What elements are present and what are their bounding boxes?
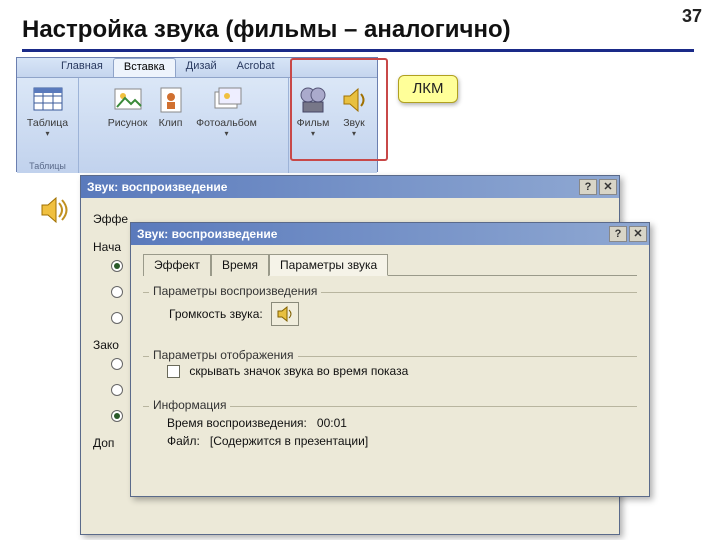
fieldset-playback: Параметры воспроизведения Громкость звук…	[143, 284, 637, 338]
hide-icon-label: скрывать значок звука во время показа	[189, 364, 408, 378]
dialog-tabs: Эффект Время Параметры звука	[143, 253, 637, 276]
group-media: Фильм ▾ Звук ▾	[289, 78, 377, 173]
ribbon-body: Таблица ▾ Таблицы Рисунок Клип Фотоальбо…	[17, 78, 377, 173]
close-button[interactable]: ✕	[599, 179, 617, 195]
tab-sound-params[interactable]: Параметры звука	[269, 254, 388, 276]
help-button[interactable]: ?	[579, 179, 597, 195]
table-icon	[32, 84, 64, 116]
info-file-value: [Содержится в презентации]	[210, 434, 368, 448]
clip-label: Клип	[159, 118, 183, 129]
movie-icon	[297, 84, 329, 116]
office-button[interactable]	[17, 58, 51, 78]
fieldset-display-label: Параметры отображения	[149, 348, 298, 362]
tab-design[interactable]: Дизай	[176, 58, 227, 77]
speaker-small-icon	[276, 306, 294, 322]
info-duration-value: 00:01	[317, 416, 347, 430]
tab-acrobat[interactable]: Acrobat	[227, 58, 285, 77]
clip-icon	[155, 84, 187, 116]
album-icon	[211, 84, 243, 116]
tab-effect[interactable]: Эффект	[143, 254, 211, 276]
chevron-down-icon: ▾	[224, 129, 228, 138]
dialog-sound-front: Звук: воспроизведение ? ✕ Эффект Время П…	[130, 222, 650, 497]
hide-icon-checkbox[interactable]	[167, 365, 180, 378]
callout-lkm: ЛКМ	[398, 75, 458, 103]
info-duration-label: Время воспроизведения:	[167, 416, 307, 430]
sound-icon	[338, 84, 370, 116]
picture-label: Рисунок	[108, 118, 148, 129]
fieldset-display: Параметры отображения скрывать значок зв…	[143, 348, 637, 388]
table-label: Таблица	[27, 118, 68, 129]
fieldset-playback-label: Параметры воспроизведения	[149, 284, 321, 298]
speaker-icon	[38, 195, 72, 225]
chevron-down-icon: ▾	[352, 129, 356, 138]
volume-label: Громкость звука:	[169, 307, 263, 321]
sound-label: Звук	[343, 118, 365, 129]
album-label: Фотоальбом	[196, 118, 257, 129]
volume-button[interactable]	[271, 302, 299, 326]
movie-button[interactable]: Фильм ▾	[292, 82, 334, 156]
album-button[interactable]: Фотоальбом ▾	[191, 82, 263, 156]
help-button[interactable]: ?	[609, 226, 627, 242]
page-number: 37	[682, 6, 702, 27]
chevron-down-icon: ▾	[311, 129, 315, 138]
close-button[interactable]: ✕	[629, 226, 647, 242]
dialog-front-title: Звук: воспроизведение	[137, 227, 277, 241]
tab-time[interactable]: Время	[211, 254, 269, 276]
title-divider	[22, 49, 694, 52]
fieldset-info-label: Информация	[149, 398, 230, 412]
titlebar-front[interactable]: Звук: воспроизведение ? ✕	[131, 223, 649, 245]
tab-home[interactable]: Главная	[51, 58, 113, 77]
group-images: Рисунок Клип Фотоальбом ▾	[79, 78, 289, 173]
group-images-label	[182, 161, 185, 171]
group-media-label	[332, 161, 335, 171]
clip-button[interactable]: Клип	[151, 82, 191, 156]
ribbon-tabs: Главная Вставка Дизай Acrobat	[17, 58, 377, 78]
dialog-back-title: Звук: воспроизведение	[87, 180, 227, 194]
tab-insert[interactable]: Вставка	[113, 58, 176, 77]
page-title: Настройка звука (фильмы – аналогично)	[22, 16, 511, 44]
table-button[interactable]: Таблица ▾	[20, 82, 76, 156]
info-file-label: Файл:	[167, 434, 200, 448]
group-tables-label: Таблицы	[29, 161, 66, 171]
titlebar-back[interactable]: Звук: воспроизведение ? ✕	[81, 176, 619, 198]
picture-icon	[112, 84, 144, 116]
group-tables: Таблица ▾ Таблицы	[17, 78, 79, 173]
dialog-front-body: Эффект Время Параметры звука Параметры в…	[131, 245, 649, 478]
picture-button[interactable]: Рисунок	[105, 82, 151, 156]
ribbon: Главная Вставка Дизай Acrobat Таблица ▾ …	[16, 57, 378, 172]
sound-button[interactable]: Звук ▾	[334, 82, 374, 156]
movie-label: Фильм	[297, 118, 330, 129]
fieldset-info: Информация Время воспроизведения: 00:01 …	[143, 398, 637, 458]
chevron-down-icon: ▾	[45, 129, 49, 138]
